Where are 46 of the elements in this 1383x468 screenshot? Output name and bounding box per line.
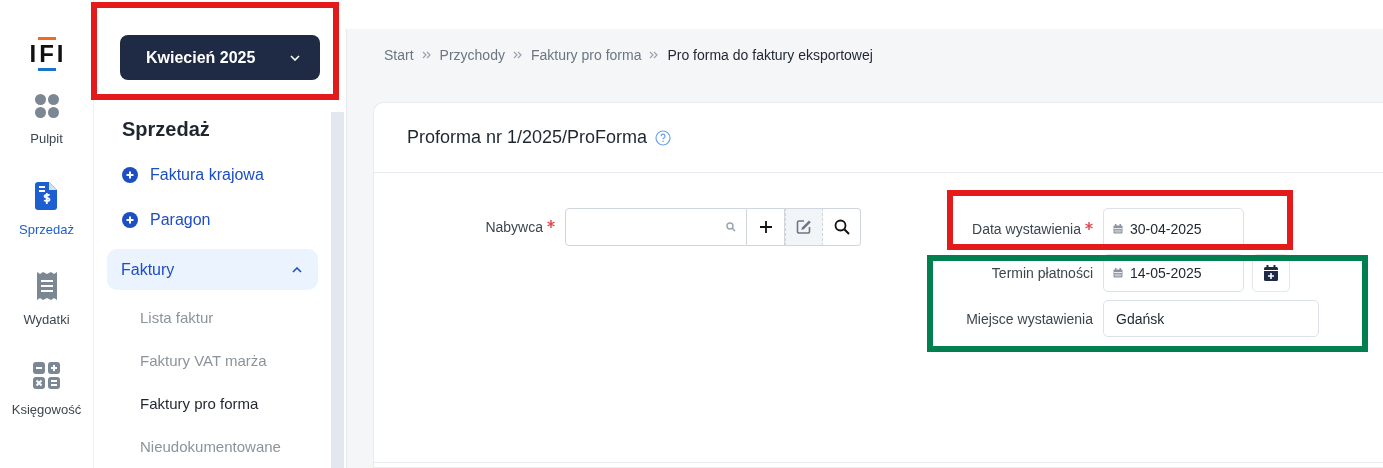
calculator-icon [32, 361, 61, 390]
scrollbar[interactable] [331, 112, 344, 468]
buyer-search-field[interactable] [565, 208, 747, 246]
plus-circle-icon [122, 212, 138, 229]
breadcrumb-link[interactable]: Faktury pro forma [530, 47, 642, 63]
plus-icon [758, 220, 773, 234]
menu-link[interactable]: Faktura krajowa [107, 151, 331, 198]
nav-item[interactable]: Sprzedaż [19, 164, 74, 254]
breadcrumb-current: Pro forma do faktury eksportowej [667, 47, 873, 63]
submenu-item[interactable]: Faktury pro forma [107, 382, 331, 425]
card-title: Proforma nr 1/2025/ProForma [407, 127, 648, 148]
search-icon [833, 219, 850, 235]
month-dropdown[interactable]: Kwiecień 2025 [120, 35, 320, 80]
search-button[interactable] [823, 208, 861, 246]
field-label: Miejsce wystawienia [966, 310, 1093, 327]
add-button[interactable] [747, 208, 785, 246]
receipt-icon [36, 271, 57, 300]
breadcrumb-link[interactable]: Przychody [439, 47, 505, 63]
plus-circle-icon [122, 166, 138, 183]
field-label: Data wystawienia [972, 221, 1081, 237]
field-label: Termin płatności [991, 265, 1093, 281]
calendar-icon [1113, 268, 1123, 278]
help-icon [655, 129, 672, 146]
nav-item[interactable]: Pulpit [30, 74, 63, 164]
place-field[interactable]: Gdańsk [1103, 300, 1319, 337]
invoice-icon [35, 181, 58, 210]
double-chevron-icon [649, 51, 660, 59]
field-label: Nabywca [485, 219, 543, 235]
menu-group[interactable]: Faktury [107, 249, 318, 290]
menu-link[interactable]: Paragon [107, 197, 331, 244]
chevron-up-icon [292, 266, 302, 273]
edit-icon [796, 219, 812, 235]
ifi-logo: IFI [29, 37, 64, 71]
search-icon [726, 222, 736, 232]
edit-button[interactable] [785, 208, 823, 246]
dots-grid-icon [33, 92, 60, 119]
section-title: Sprzedaż [121, 117, 211, 142]
chevron-down-icon [290, 54, 300, 61]
date-field[interactable]: 14-05-2025 [1103, 254, 1244, 292]
nav-item[interactable]: Księgowość [11, 344, 82, 434]
double-chevron-icon [421, 51, 432, 59]
double-chevron-icon [512, 51, 523, 59]
calendar-plus-icon [1264, 265, 1278, 281]
breadcrumb-link[interactable]: Start [384, 47, 414, 63]
nav-item[interactable]: Wydatki [23, 254, 70, 344]
calendar-icon [1113, 224, 1123, 234]
